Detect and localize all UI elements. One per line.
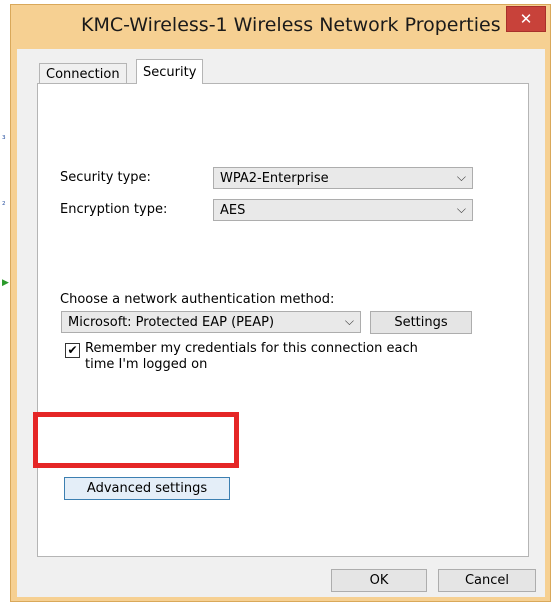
properties-dialog: KMC-Wireless-1 Wireless Network Properti… xyxy=(10,4,551,602)
checkmark-icon: ✔ xyxy=(67,343,78,357)
encryption-type-select[interactable]: AES ⌵ xyxy=(213,199,473,221)
tab-connection[interactable]: Connection xyxy=(39,63,127,83)
dialog-client-area: Connection Security Security type: WPA2-… xyxy=(17,49,545,597)
bg-glyph: ₃ xyxy=(2,132,6,142)
highlight-box xyxy=(33,412,239,468)
remember-credentials-line1: Remember my credentials for this connect… xyxy=(85,341,418,356)
remember-credentials-line2: time I'm logged on xyxy=(85,357,208,372)
encryption-type-label: Encryption type: xyxy=(60,202,168,217)
close-icon: ✕ xyxy=(519,10,533,28)
title-bar[interactable]: KMC-Wireless-1 Wireless Network Properti… xyxy=(11,5,550,47)
auth-method-value: Microsoft: Protected EAP (PEAP) xyxy=(68,315,275,330)
advanced-settings-button[interactable]: Advanced settings xyxy=(64,477,230,500)
close-button[interactable]: ✕ xyxy=(506,6,546,32)
security-type-value: WPA2-Enterprise xyxy=(220,171,329,186)
auth-settings-button[interactable]: Settings xyxy=(370,311,472,334)
bg-glyph: ₂ xyxy=(2,198,6,208)
bg-arrow-icon: ▶ xyxy=(2,278,9,288)
cancel-button[interactable]: Cancel xyxy=(438,569,536,592)
auth-method-label: Choose a network authentication method: xyxy=(60,292,335,307)
security-panel: Security type: WPA2-Enterprise ⌵ Encrypt… xyxy=(37,83,529,557)
encryption-type-value: AES xyxy=(220,203,246,218)
security-type-select[interactable]: WPA2-Enterprise ⌵ xyxy=(213,167,473,189)
chevron-down-icon: ⌵ xyxy=(456,170,466,184)
ok-button[interactable]: OK xyxy=(331,569,427,592)
security-type-label: Security type: xyxy=(60,170,151,185)
auth-method-select[interactable]: Microsoft: Protected EAP (PEAP) ⌵ xyxy=(61,311,361,333)
chevron-down-icon: ⌵ xyxy=(456,202,466,216)
window-title: KMC-Wireless-1 Wireless Network Properti… xyxy=(81,14,501,36)
tab-security[interactable]: Security xyxy=(136,59,204,84)
chevron-down-icon: ⌵ xyxy=(344,314,354,328)
remember-credentials-checkbox[interactable]: ✔ xyxy=(65,343,80,358)
